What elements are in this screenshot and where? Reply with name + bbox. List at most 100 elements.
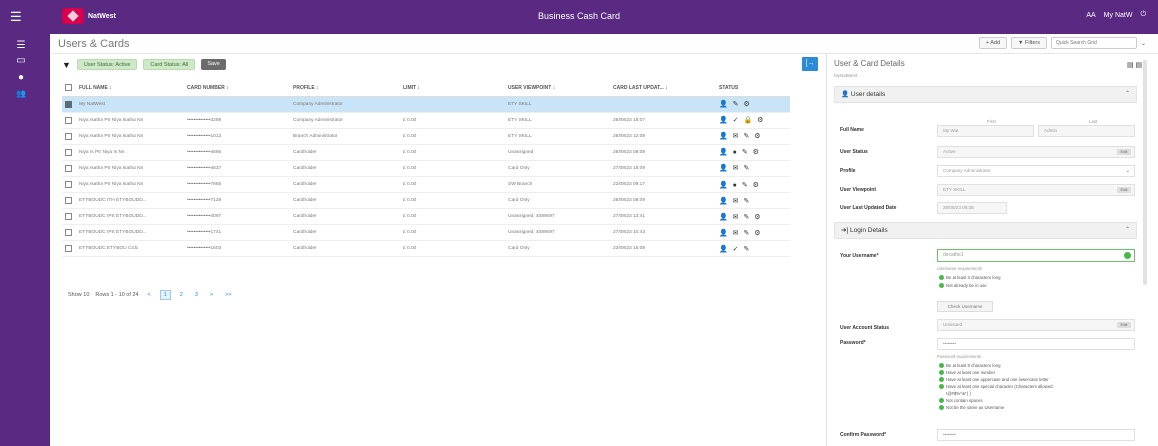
table-row[interactable]: Niya Isatha Ptr Niya Isatha Nn ••••••••••…	[62, 112, 790, 129]
account-status-field[interactable]: Unissued Edit	[937, 319, 1135, 331]
status-icons[interactable]: 👤 ✓ ✎	[719, 246, 751, 253]
filters-button[interactable]: ▼ Filters	[1011, 37, 1047, 49]
cell-status-icons[interactable]: 👤 ✉ ✎	[716, 192, 790, 210]
last-page-button[interactable]: >>	[222, 291, 234, 299]
user-status-field[interactable]: Active Edit	[937, 146, 1135, 158]
cell-status-icons[interactable]: 👤 ✉ ✎ ⚙	[716, 128, 790, 145]
panel-scrollbar[interactable]	[1143, 60, 1147, 285]
account-status-edit-button[interactable]: Edit	[1117, 322, 1131, 328]
row-checkbox-cell[interactable]	[62, 176, 76, 194]
row-checkbox[interactable]	[65, 100, 72, 108]
chevron-down-icon[interactable]: ⌄	[1126, 166, 1130, 176]
row-checkbox-cell[interactable]	[62, 128, 76, 145]
page-1-button[interactable]: 1	[159, 290, 171, 300]
check-username-button[interactable]: Check Username	[937, 301, 993, 312]
nav-menu-icon[interactable]: ☰	[12, 40, 30, 52]
user-status-chip[interactable]: User Status: Active	[76, 59, 138, 70]
status-icons[interactable]: 👤 ✉ ✎	[719, 165, 751, 172]
nav-card-icon[interactable]: ▭	[12, 55, 30, 67]
add-button[interactable]: + Add	[978, 37, 1008, 49]
table-row[interactable]: Niya Isatha Ptr Niya Isatha Nn ••••••••••…	[62, 176, 790, 194]
cell-status-icons[interactable]: 👤 ✎ ⚙	[716, 96, 790, 113]
user-details-section[interactable]: 👤 User details ⌃	[834, 86, 1137, 103]
username-input[interactable]: decathe1	[937, 249, 1135, 262]
col-header-profile[interactable]: PROFILE ↕	[290, 80, 400, 97]
last-name-field[interactable]: Admin	[1038, 125, 1135, 137]
cell-status-icons[interactable]: 👤 ✉ ✎ ⚙	[716, 224, 790, 242]
row-checkbox[interactable]	[65, 213, 72, 221]
cell-status-icons[interactable]: 👤 ✉ ✎	[716, 160, 790, 177]
table-row[interactable]: Niya Is Ptr Niya Is Nn ••••••••••••••4666…	[62, 144, 790, 161]
row-checkbox-cell[interactable]	[62, 192, 76, 210]
status-icons[interactable]: 👤 ● ✎ ⚙	[719, 149, 760, 156]
row-checkbox[interactable]	[65, 148, 72, 156]
panel-action-icons[interactable]: ▤ ▤	[1127, 61, 1142, 69]
row-checkbox[interactable]	[65, 229, 72, 237]
row-checkbox[interactable]	[65, 116, 72, 124]
row-checkbox[interactable]	[65, 197, 72, 205]
filter-icon[interactable]: ▼	[62, 60, 71, 70]
confirm-password-input[interactable]: ••••••••	[937, 429, 1135, 441]
card-status-chip[interactable]: Card Status: All	[143, 59, 196, 70]
row-checkbox[interactable]	[65, 245, 72, 253]
panel-toggle-icon[interactable]: [→	[802, 57, 818, 71]
status-icons[interactable]: 👤 ✉ ✎ ⚙	[719, 133, 762, 140]
profile-select[interactable]: Company Administrator ⌄	[937, 165, 1135, 177]
user-name[interactable]: My NatW	[1104, 12, 1133, 19]
table-row[interactable]: ETYBOUDC IPS ETYBOUDD... ••••••••••••••40…	[62, 208, 790, 226]
col-header-viewpoint[interactable]: USER VIEWPOINT ↕	[505, 80, 610, 97]
row-checkbox[interactable]	[65, 132, 72, 140]
chevron-up-icon[interactable]: ⌃	[1125, 87, 1130, 102]
page-3-button[interactable]: 3	[192, 291, 201, 299]
row-checkbox-cell[interactable]	[62, 160, 76, 177]
cell-status-icons[interactable]: 👤 ● ✎ ⚙	[716, 176, 790, 194]
page-size-select[interactable]: Show 10	[68, 292, 89, 298]
col-header-full-name[interactable]: FULL NAME ↕	[76, 80, 184, 97]
cell-status-icons[interactable]: 👤 ● ✎ ⚙	[716, 144, 790, 161]
viewpoint-field[interactable]: ETY SKILL Edit	[937, 184, 1135, 196]
row-checkbox[interactable]	[65, 164, 72, 172]
status-icons[interactable]: 👤 ✓ 🔒 ⚙	[719, 117, 765, 124]
select-all-cell[interactable]	[62, 80, 76, 97]
save-filter-button[interactable]: Save	[201, 59, 226, 70]
viewpoint-edit-button[interactable]: Edit	[1117, 187, 1131, 193]
cell-status-icons[interactable]: 👤 ✓ ✎	[716, 240, 790, 258]
cell-status-icons[interactable]: 👤 ✓ 🔒 ⚙	[716, 112, 790, 129]
search-dropdown-icon[interactable]: ⌄	[1141, 40, 1146, 47]
status-icons[interactable]: 👤 ✉ ✎ ⚙	[719, 214, 762, 221]
status-icons[interactable]: 👤 ● ✎ ⚙	[719, 182, 760, 189]
row-checkbox-cell[interactable]	[62, 208, 76, 226]
status-icons[interactable]: 👤 ✉ ✎	[719, 198, 751, 205]
chevron-up-icon[interactable]: ⌃	[1125, 223, 1130, 238]
quick-search-input[interactable]	[1050, 37, 1137, 49]
table-row[interactable]: ETYBOUDC IPS ETYBOUDD... ••••••••••••••17…	[62, 224, 790, 242]
select-all-checkbox[interactable]	[65, 84, 72, 92]
first-name-field[interactable]: My Wat	[937, 125, 1034, 137]
login-details-section[interactable]: ➔] Login Details ⌃	[834, 222, 1137, 239]
col-header-limit[interactable]: LIMIT ↕	[400, 80, 505, 97]
brand[interactable]: NatWest	[62, 8, 116, 24]
table-row[interactable]: Niya Isatha Ptr Niya Isatha Nn ••••••••••…	[62, 160, 790, 177]
col-header-card-number[interactable]: CARD NUMBER ↕	[184, 80, 290, 97]
user-initials[interactable]: AA	[1086, 12, 1095, 19]
status-icons[interactable]: 👤 ✎ ⚙	[719, 101, 751, 108]
nav-users-icon[interactable]: 👥	[12, 88, 30, 100]
row-checkbox[interactable]	[65, 181, 72, 189]
power-icon[interactable]: ⏻	[1140, 11, 1146, 19]
row-checkbox-cell[interactable]	[62, 224, 76, 242]
user-status-edit-button[interactable]: Edit	[1117, 149, 1131, 155]
next-page-button[interactable]: >	[207, 291, 216, 299]
nav-info-icon[interactable]: ●	[12, 72, 30, 84]
status-icons[interactable]: 👤 ✉ ✎ ⚙	[719, 230, 762, 237]
col-header-status[interactable]: STATUS	[716, 80, 790, 97]
row-checkbox-cell[interactable]	[62, 96, 76, 113]
password-input[interactable]: ••••••••	[937, 338, 1135, 350]
row-checkbox-cell[interactable]	[62, 240, 76, 258]
row-checkbox-cell[interactable]	[62, 112, 76, 129]
cell-status-icons[interactable]: 👤 ✉ ✎ ⚙	[716, 208, 790, 226]
table-row[interactable]: Niya Isatha Ptr Niya Isatha Nn ••••••••••…	[62, 128, 790, 145]
row-checkbox-cell[interactable]	[62, 144, 76, 161]
table-row[interactable]: My NatWest Company Administrator ETY SKILL…	[62, 96, 790, 113]
col-header-card-updated[interactable]: CARD LAST UPDAT... ↕	[610, 80, 716, 97]
prev-page-button[interactable]: <	[145, 291, 154, 299]
